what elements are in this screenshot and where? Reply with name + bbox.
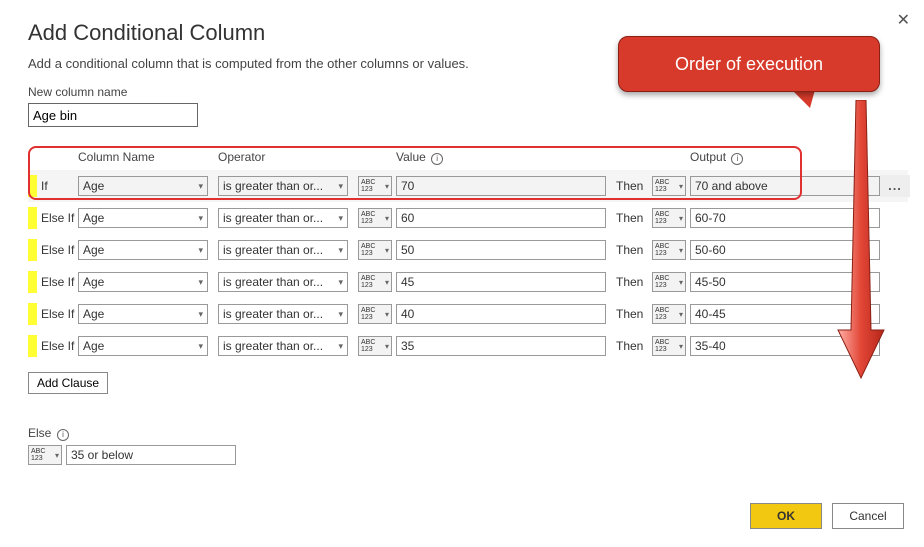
- output-input[interactable]: 50-60: [690, 240, 880, 260]
- output-input[interactable]: 60-70: [690, 208, 880, 228]
- value-input[interactable]: 50: [396, 240, 606, 260]
- header-value: Value: [396, 150, 426, 164]
- row-highlight: [28, 207, 37, 229]
- header-output: Output: [690, 150, 726, 164]
- rule-row: Else IfAge▾ is greater than or...▾ ABC123▾…: [28, 298, 908, 330]
- value-input[interactable]: 45: [396, 272, 606, 292]
- close-icon[interactable]: ✕: [897, 10, 910, 30]
- value-type-selector[interactable]: ABC123▾: [358, 272, 392, 292]
- else-label: Else: [28, 426, 51, 440]
- rule-keyword: Else If: [37, 307, 78, 321]
- row-highlight: [28, 175, 37, 197]
- output-input[interactable]: 35-40: [690, 336, 880, 356]
- value-type-selector[interactable]: ABC123▾: [358, 336, 392, 356]
- rule-keyword: Else If: [37, 339, 78, 353]
- column-name-select[interactable]: Age▾: [78, 272, 208, 292]
- header-column-name: Column Name: [78, 150, 208, 164]
- value-type-selector[interactable]: ABC123▾: [358, 176, 392, 196]
- else-type-selector[interactable]: ABC123▾: [28, 445, 62, 465]
- add-clause-button[interactable]: Add Clause: [28, 372, 108, 394]
- output-type-selector[interactable]: ABC123▾: [652, 272, 686, 292]
- column-name-select[interactable]: Age▾: [78, 176, 208, 196]
- operator-select[interactable]: is greater than or...▾: [218, 208, 348, 228]
- then-label: Then: [616, 179, 652, 193]
- rule-keyword: Else If: [37, 275, 78, 289]
- column-name-select[interactable]: Age▾: [78, 336, 208, 356]
- operator-select[interactable]: is greater than or...▾: [218, 304, 348, 324]
- rules-block: Column Name Operator Value i Output i If…: [28, 146, 908, 394]
- row-highlight: [28, 271, 37, 293]
- row-highlight: [28, 239, 37, 261]
- output-input[interactable]: 40-45: [690, 304, 880, 324]
- rule-keyword: If: [37, 179, 78, 193]
- value-input[interactable]: 35: [396, 336, 606, 356]
- rule-row: Else IfAge▾ is greater than or...▾ ABC123▾…: [28, 234, 908, 266]
- output-type-selector[interactable]: ABC123▾: [652, 336, 686, 356]
- value-type-selector[interactable]: ABC123▾: [358, 240, 392, 260]
- operator-select[interactable]: is greater than or...▾: [218, 272, 348, 292]
- ok-button[interactable]: OK: [750, 503, 822, 529]
- rule-row: Else IfAge▾ is greater than or...▾ ABC123▾…: [28, 202, 908, 234]
- header-operator: Operator: [218, 150, 348, 164]
- value-input[interactable]: 40: [396, 304, 606, 324]
- then-label: Then: [616, 243, 652, 257]
- new-column-input[interactable]: [28, 103, 198, 127]
- more-menu-icon[interactable]: ...: [880, 175, 910, 197]
- value-input[interactable]: 70: [396, 176, 606, 196]
- value-type-selector[interactable]: ABC123▾: [358, 208, 392, 228]
- then-label: Then: [616, 275, 652, 289]
- cancel-button[interactable]: Cancel: [832, 503, 904, 529]
- rule-row: IfAge▾is greater than or...▾ABC123▾70The…: [28, 170, 908, 202]
- rule-row: Else IfAge▾ is greater than or...▾ ABC123▾…: [28, 330, 908, 362]
- info-icon: i: [731, 153, 743, 165]
- info-icon: i: [431, 153, 443, 165]
- output-type-selector[interactable]: ABC123▾: [652, 304, 686, 324]
- output-type-selector[interactable]: ABC123▾: [652, 176, 686, 196]
- else-value-input[interactable]: 35 or below: [66, 445, 236, 465]
- value-type-selector[interactable]: ABC123▾: [358, 304, 392, 324]
- column-name-select[interactable]: Age▾: [78, 208, 208, 228]
- then-label: Then: [616, 339, 652, 353]
- rule-row: Else IfAge▾ is greater than or...▾ ABC123▾…: [28, 266, 908, 298]
- row-highlight: [28, 303, 37, 325]
- rules-header-row: Column Name Operator Value i Output i: [28, 146, 908, 170]
- then-label: Then: [616, 211, 652, 225]
- row-highlight: [28, 335, 37, 357]
- operator-select[interactable]: is greater than or...▾: [218, 176, 348, 196]
- column-name-select[interactable]: Age▾: [78, 304, 208, 324]
- operator-select[interactable]: is greater than or...▾: [218, 336, 348, 356]
- column-name-select[interactable]: Age▾: [78, 240, 208, 260]
- rule-keyword: Else If: [37, 243, 78, 257]
- output-input[interactable]: 70 and above: [690, 176, 880, 196]
- output-type-selector[interactable]: ABC123▾: [652, 208, 686, 228]
- value-input[interactable]: 60: [396, 208, 606, 228]
- rule-keyword: Else If: [37, 211, 78, 225]
- operator-select[interactable]: is greater than or...▾: [218, 240, 348, 260]
- callout-bubble: Order of execution: [618, 36, 880, 92]
- info-icon: i: [57, 429, 69, 441]
- then-label: Then: [616, 307, 652, 321]
- output-input[interactable]: 45-50: [690, 272, 880, 292]
- output-type-selector[interactable]: ABC123▾: [652, 240, 686, 260]
